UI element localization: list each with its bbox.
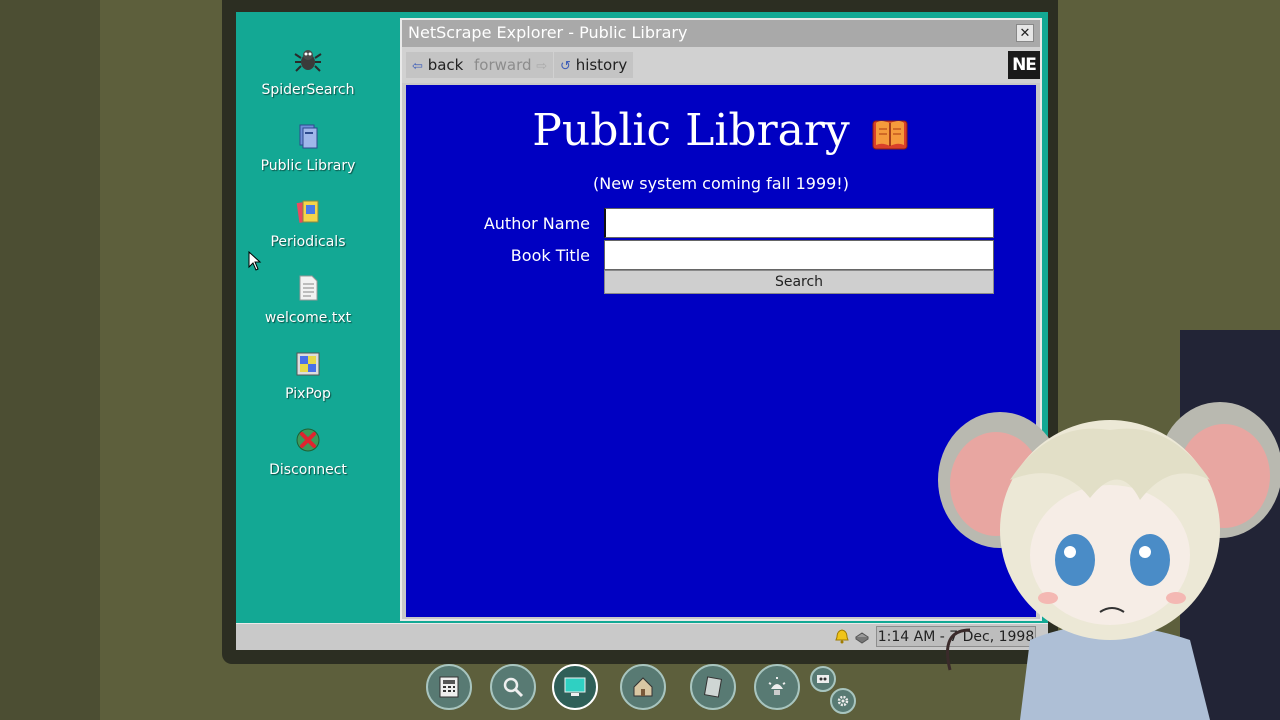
dock-settings-button[interactable] (830, 688, 856, 714)
dock-tape-button[interactable] (810, 666, 836, 692)
author-name-input[interactable] (604, 208, 994, 238)
disk-drive-icon[interactable] (854, 628, 870, 644)
open-book-icon (872, 120, 908, 149)
dock-magnifier-button[interactable] (490, 664, 536, 710)
desktop-icon-label: welcome.txt (264, 310, 352, 326)
back-button[interactable]: ⇦ back (406, 52, 470, 78)
paint-icon (296, 352, 320, 376)
close-button[interactable]: ✕ (1016, 24, 1034, 42)
dock-computer-button[interactable] (552, 664, 598, 710)
calculator-icon (439, 676, 459, 698)
bell-icon[interactable] (834, 628, 850, 644)
disconnect-globe-icon (296, 428, 320, 452)
spider-icon (294, 50, 322, 72)
desktop-icon-disconnect[interactable]: Disconnect (236, 426, 380, 492)
lamp-icon (768, 677, 786, 695)
dock-lamp-button[interactable] (754, 664, 800, 710)
history-button[interactable]: ↺ history (554, 52, 634, 78)
desktop-icon-welcome-txt[interactable]: welcome.txt (236, 274, 380, 340)
page-title-text: Public Library (532, 105, 850, 156)
window-titlebar[interactable]: NetScrape Explorer - Public Library ✕ (402, 20, 1040, 47)
taskbar: 1:14 AM - 7 Dec, 1998 (236, 623, 1048, 650)
history-icon: ↺ (560, 59, 571, 74)
game-dock (424, 660, 864, 720)
gear-icon (837, 695, 849, 707)
desktop-icon-label: SpiderSearch (261, 82, 355, 98)
browser-logo: NE (1008, 51, 1040, 79)
magazine-icon (296, 200, 319, 223)
desktop-icon-label: Public Library (260, 158, 356, 174)
forward-label: forward (474, 56, 532, 74)
tape-icon (817, 675, 829, 683)
desktop-icon-spidersearch[interactable]: SpiderSearch (236, 46, 380, 112)
text-file-icon (299, 275, 318, 301)
dock-notebook-button[interactable] (690, 664, 736, 710)
page-subtitle: (New system coming fall 1999!) (593, 174, 849, 193)
book-title-label: Book Title (510, 246, 590, 265)
history-label: history (575, 56, 628, 74)
computer-icon (564, 677, 586, 696)
desktop-icon-label: Periodicals (270, 234, 346, 250)
desktop-icon-pixpop[interactable]: PixPop (236, 350, 380, 416)
browser-toolbar: ⇦ back forward ⇨ ↺ history NE (402, 47, 1040, 83)
page-title: Public Library (406, 105, 1036, 156)
book-title-input[interactable] (604, 240, 994, 270)
desktop-icon-label: Disconnect (269, 462, 347, 478)
search-button[interactable]: Search (604, 270, 994, 294)
magnifier-icon (503, 677, 524, 698)
desktop-icon-public-library[interactable]: Public Library (236, 122, 380, 188)
window-title: NetScrape Explorer - Public Library (408, 23, 688, 42)
books-icon (299, 124, 318, 149)
arrow-right-icon: ⇨ (536, 59, 548, 74)
forward-button[interactable]: forward ⇨ (468, 52, 554, 78)
desktop-icon-label: PixPop (285, 386, 331, 402)
room-wall-left (0, 0, 100, 720)
mouse-girl-character (938, 402, 1280, 720)
mouse-cursor-icon (248, 251, 262, 271)
author-name-label: Author Name (483, 214, 590, 233)
home-icon (633, 677, 653, 697)
desktop-screen: SpiderSearch Public Library Periodicals (236, 12, 1048, 650)
notebook-icon (703, 676, 723, 698)
arrow-left-icon: ⇦ (412, 59, 423, 74)
dock-calculator-button[interactable] (426, 664, 472, 710)
back-label: back (427, 56, 464, 74)
dock-home-button[interactable] (620, 664, 666, 710)
